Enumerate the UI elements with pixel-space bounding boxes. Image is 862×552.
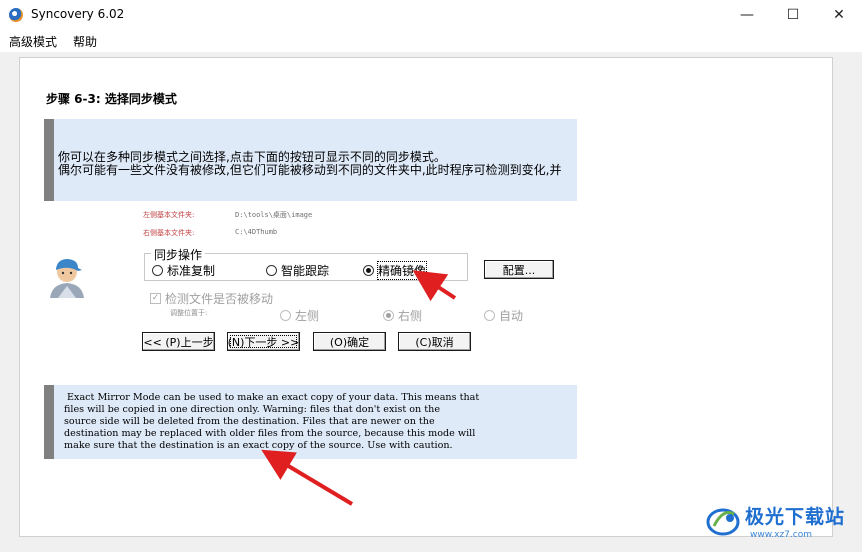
watermark-main-text: 极光下载站	[745, 506, 846, 528]
annotation-arrows	[261, 270, 457, 506]
watermark: 极光下载站 www.xz7.com	[700, 496, 860, 546]
xz7-logo-icon	[706, 508, 740, 536]
arrow-to-exact-mirror-icon	[412, 270, 457, 302]
watermark-url: www.xz7.com	[750, 530, 812, 540]
arrow-to-description-icon	[261, 449, 354, 506]
